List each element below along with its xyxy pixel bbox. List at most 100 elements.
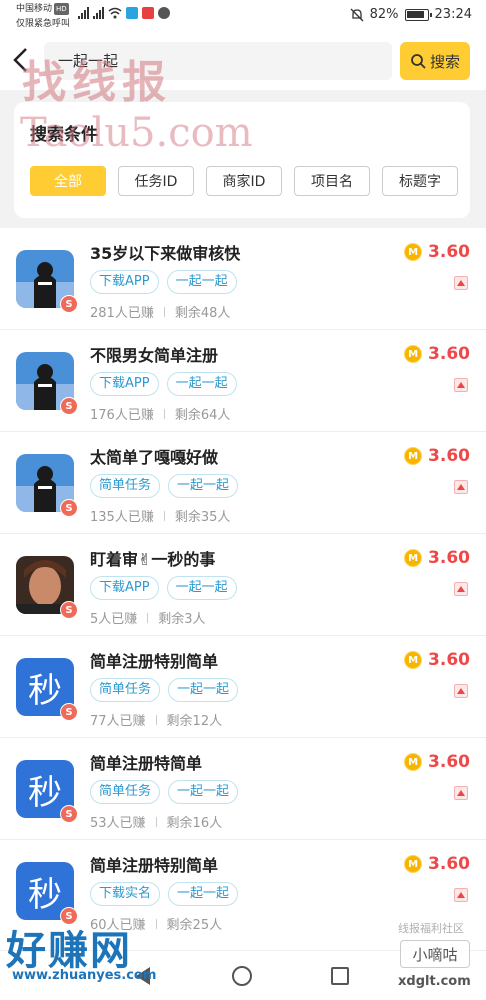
price-value: 3.60 — [428, 650, 470, 670]
hd-badge: HD — [54, 3, 69, 15]
pin-top-icon — [454, 786, 468, 800]
coin-icon: M — [404, 855, 423, 873]
earned-count: 5人已赚 — [90, 612, 138, 627]
task-price: M 3.60 — [404, 242, 470, 262]
remaining-count: 剩余16人 — [166, 816, 223, 831]
price-value: 3.60 — [428, 344, 470, 364]
task-tag: 一起一起 — [168, 780, 239, 804]
watermark-right-tag: 线报福利社区 — [398, 922, 464, 935]
price-value: 3.60 — [428, 548, 470, 568]
coin-icon: M — [404, 651, 423, 669]
task-item[interactable]: S 不限男女简单注册 下载APP 一起一起 176人已赚 剩余64人 M 3.6… — [0, 330, 486, 432]
nav-recent-icon[interactable] — [331, 967, 349, 985]
filter-chip-merchant-id[interactable]: 商家ID — [206, 166, 282, 196]
price-value: 3.60 — [428, 242, 470, 262]
task-title: 简单注册特别简单 — [90, 652, 219, 671]
task-tag: 一起一起 — [166, 270, 237, 294]
task-title: 简单注册特简单 — [90, 754, 203, 773]
earned-count: 53人已赚 — [90, 816, 146, 831]
wifi-icon — [108, 7, 122, 19]
task-stats: 281人已赚 剩余48人 — [90, 302, 230, 321]
task-tag: 一起一起 — [168, 678, 239, 702]
s-badge-icon: S — [60, 703, 78, 721]
price-value: 3.60 — [428, 446, 470, 466]
remaining-count: 剩余25人 — [166, 918, 223, 933]
task-stats: 176人已赚 剩余64人 — [90, 404, 230, 423]
filter-chip-all[interactable]: 全部 — [30, 166, 106, 196]
price-value: 3.60 — [428, 854, 470, 874]
earned-count: 135人已赚 — [90, 510, 154, 525]
task-tag: 简单任务 — [90, 678, 161, 702]
task-item[interactable]: S 太简单了嘎嘎好做 简单任务 一起一起 135人已赚 剩余35人 M 3.60 — [0, 432, 486, 534]
status-bar: 中国移动 HD 仅限紧急呼叫 82% 23:24 — [0, 0, 486, 32]
filter-chips: 全部 任务ID 商家ID 项目名 标题字 — [30, 166, 458, 196]
stats-divider — [155, 714, 157, 725]
task-tags: 简单任务 一起一起 — [90, 678, 239, 702]
earned-count: 77人已赚 — [90, 714, 146, 729]
task-item[interactable]: 秒 S 简单注册特简单 简单任务 一起一起 53人已赚 剩余16人 M 3.60 — [0, 738, 486, 840]
s-badge-icon: S — [60, 499, 78, 517]
task-tags: 下载APP 一起一起 — [90, 372, 237, 396]
task-tag: 简单任务 — [90, 780, 161, 804]
emergency-label: 仅限紧急呼叫 — [16, 19, 71, 29]
task-price: M 3.60 — [404, 548, 470, 568]
stats-divider — [155, 918, 157, 929]
task-tags: 简单任务 一起一起 — [90, 474, 239, 498]
s-badge-icon: S — [60, 397, 78, 415]
message-icon — [158, 7, 170, 19]
filter-chip-project-name[interactable]: 项目名 — [294, 166, 370, 196]
nav-home-icon[interactable] — [232, 966, 252, 986]
search-button[interactable]: 搜索 — [400, 42, 470, 80]
task-price: M 3.60 — [404, 650, 470, 670]
s-badge-icon: S — [60, 805, 78, 823]
task-tags: 下载APP 一起一起 — [90, 270, 237, 294]
task-title: 盯着审✌一秒的事 — [90, 550, 216, 569]
remaining-count: 剩余3人 — [158, 612, 206, 627]
task-price: M 3.60 — [404, 446, 470, 466]
stats-divider — [147, 612, 149, 623]
task-item[interactable]: S 盯着审✌一秒的事 下载APP 一起一起 5人已赚 剩余3人 M 3.60 — [0, 534, 486, 636]
task-price: M 3.60 — [404, 752, 470, 772]
coin-icon: M — [404, 345, 423, 363]
battery-icon — [404, 8, 432, 21]
task-tag: 下载APP — [90, 372, 159, 396]
mute-icon — [350, 8, 364, 21]
pin-top-icon — [454, 480, 468, 494]
stats-divider — [163, 306, 165, 317]
task-price: M 3.60 — [404, 344, 470, 364]
earned-count: 176人已赚 — [90, 408, 154, 423]
pin-top-icon — [454, 582, 468, 596]
search-icon — [411, 54, 426, 69]
coin-icon: M — [404, 447, 423, 465]
watermark-site: Taolu5.com — [20, 110, 253, 156]
task-item[interactable]: 秒 S 简单注册特别简单 简单任务 一起一起 77人已赚 剩余12人 M 3.6… — [0, 636, 486, 738]
task-tag: 一起一起 — [166, 576, 237, 600]
task-tags: 下载APP 一起一起 — [90, 576, 237, 600]
filter-chip-title-keyword[interactable]: 标题字 — [382, 166, 458, 196]
task-tag: 一起一起 — [168, 474, 239, 498]
task-tag: 一起一起 — [166, 372, 237, 396]
task-title: 不限男女简单注册 — [90, 346, 219, 365]
coin-icon: M — [404, 753, 423, 771]
s-badge-icon: S — [60, 295, 78, 313]
watermark-bottom-url: www.zhuanyes.com — [12, 968, 157, 983]
coin-icon: M — [404, 243, 423, 261]
task-item[interactable]: S 35岁以下来做审核快 下载APP 一起一起 281人已赚 剩余48人 M 3… — [0, 228, 486, 330]
app-notification-icon-2 — [142, 7, 154, 19]
filter-chip-task-id[interactable]: 任务ID — [118, 166, 194, 196]
remaining-count: 剩余12人 — [166, 714, 223, 729]
remaining-count: 剩余64人 — [174, 408, 231, 423]
task-stats: 5人已赚 剩余3人 — [90, 608, 206, 627]
stats-divider — [163, 510, 165, 521]
task-stats: 77人已赚 剩余12人 — [90, 710, 222, 729]
task-tag: 下载APP — [90, 576, 159, 600]
task-price: M 3.60 — [404, 854, 470, 874]
pin-top-icon — [454, 684, 468, 698]
status-icons — [78, 7, 170, 19]
task-tag: 下载APP — [90, 270, 159, 294]
stats-divider — [155, 816, 157, 827]
task-tag: 一起一起 — [168, 882, 239, 906]
remaining-count: 剩余48人 — [174, 306, 231, 321]
watermark-right-url: xdglt.com — [398, 974, 471, 989]
carrier-label: 中国移动 HD — [16, 3, 69, 15]
